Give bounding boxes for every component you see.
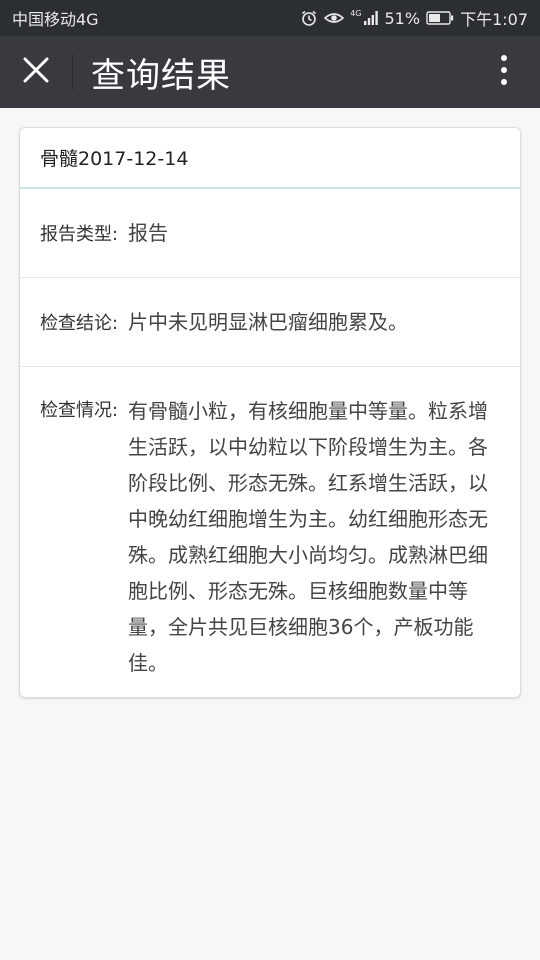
status-icons: 4G 51% 下午1:07 <box>300 6 528 30</box>
close-button[interactable] <box>0 36 72 108</box>
report-type-row: 报告类型: 报告 <box>20 189 520 278</box>
page-title: 查询结果 <box>91 55 231 96</box>
nav-divider <box>72 54 73 90</box>
report-card: 骨髓2017-12-14 报告类型: 报告 检查结论: 片中未见明显淋巴瘤细胞累… <box>19 127 521 698</box>
carrier-label: 中国移动4G <box>12 10 99 29</box>
report-type-value: 报告 <box>128 221 168 245</box>
report-type-label: 报告类型: <box>40 224 119 245</box>
conclusion-value: 片中未见明显淋巴瘤细胞累及。 <box>128 310 408 334</box>
signal-icon: 4G <box>350 10 378 26</box>
more-menu-button[interactable] <box>468 36 540 108</box>
findings-value: 有骨髓小粒，有核细胞量中等量。粒系增生活跃，以中幼粒以下阶段增生为主。各阶段比例… <box>128 399 488 675</box>
status-bar: 中国移动4G 4G 51% 下午1:07 <box>0 0 540 36</box>
clock-time: 下午1:07 <box>460 10 528 29</box>
report-header: 骨髓2017-12-14 <box>20 128 520 189</box>
eye-icon <box>324 10 345 26</box>
navigation-bar: 查询结果 <box>0 36 540 108</box>
battery-percent: 51% <box>384 8 421 28</box>
findings-row: 检查情况: 有骨髓小粒，有核细胞量中等量。粒系增生活跃，以中幼粒以下阶段增生为主… <box>20 367 520 697</box>
findings-label: 检查情况: <box>40 400 119 421</box>
alarm-icon <box>300 9 318 27</box>
battery-icon <box>426 11 454 25</box>
close-icon <box>23 57 49 87</box>
more-vertical-icon <box>500 54 508 90</box>
conclusion-row: 检查结论: 片中未见明显淋巴瘤细胞累及。 <box>20 278 520 367</box>
conclusion-label: 检查结论: <box>40 313 119 334</box>
